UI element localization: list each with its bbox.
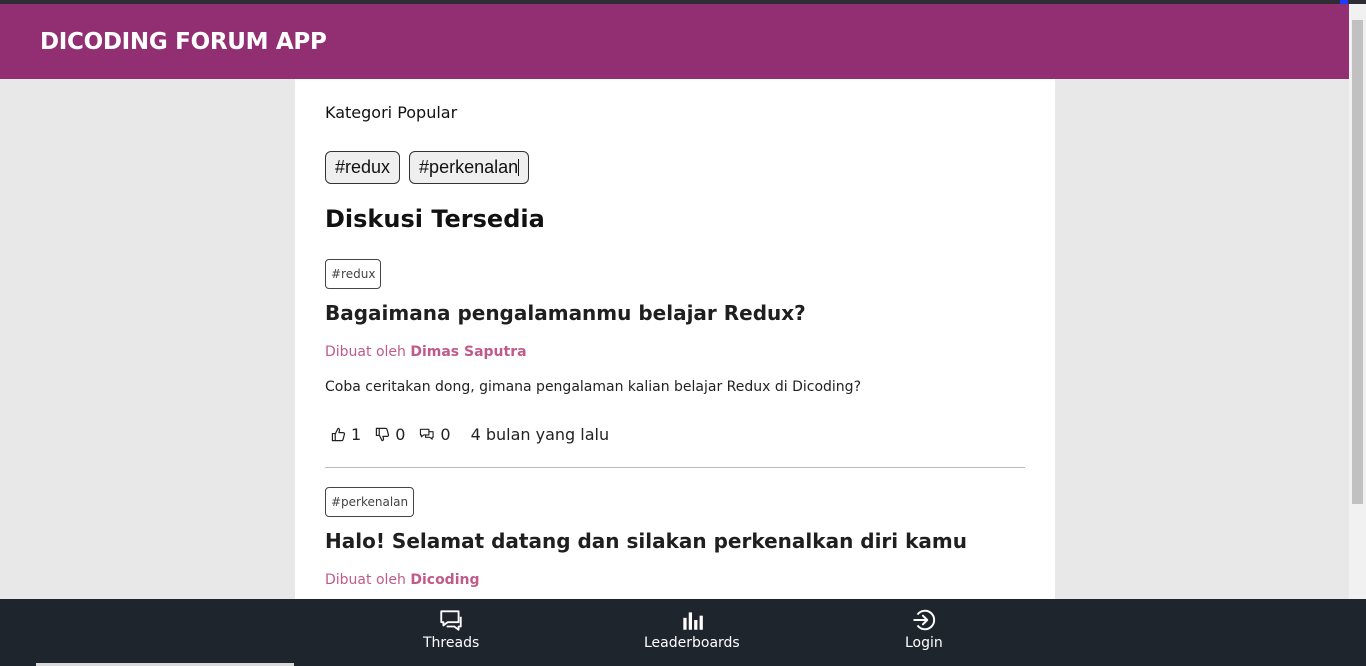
- thread-time-ago: 4 bulan yang lalu: [470, 425, 610, 444]
- thread-title[interactable]: Bagaimana pengalamanmu belajar Redux?: [325, 301, 806, 325]
- thread-item: #perkenalan Halo! Selamat datang dan sil…: [325, 487, 1025, 599]
- comments-indicator: 0: [419, 425, 451, 444]
- scrollbar-thumb[interactable]: [1352, 20, 1363, 504]
- nav-label-leaderboards: Leaderboards: [644, 635, 740, 651]
- thread-stats: 1 0 0 4 bulan yang lalu: [331, 425, 609, 444]
- text-cursor: [518, 159, 520, 176]
- thread-author-name: Dimas Saputra: [410, 344, 527, 360]
- threads-icon: [440, 610, 462, 631]
- upvote-count: 1: [351, 425, 362, 444]
- popular-categories-heading: Kategori Popular: [325, 103, 458, 122]
- thread-body: Coba ceritakan dong, gimana pengalaman k…: [325, 379, 861, 395]
- thread-divider: [325, 467, 1025, 468]
- downvote-count: 0: [395, 425, 406, 444]
- thread-author-name: Dicoding: [410, 572, 480, 588]
- thread-item: #redux Bagaimana pengalamanmu belajar Re…: [325, 259, 1025, 469]
- comments-icon: [420, 428, 435, 440]
- thumbs-down-icon: [375, 427, 390, 442]
- threads-section-heading: Diskusi Tersedia: [325, 205, 545, 233]
- login-icon: [913, 609, 935, 631]
- thread-title[interactable]: Halo! Selamat datang dan silakan perkena…: [325, 529, 967, 553]
- nav-item-login[interactable]: Login: [905, 607, 943, 651]
- created-by-label: Dibuat oleh: [325, 344, 406, 360]
- thread-author-line: Dibuat oleh Dimas Saputra: [325, 344, 527, 360]
- thread-author-line: Dibuat oleh Dicoding: [325, 572, 480, 588]
- main-content: Kategori Popular #redux #perkenalan Disk…: [295, 79, 1055, 599]
- thread-category-chip: #redux: [325, 259, 382, 289]
- category-button-redux[interactable]: #redux: [325, 151, 401, 184]
- comment-count: 0: [440, 425, 451, 444]
- downvote-button[interactable]: 0: [375, 425, 405, 444]
- upvote-button[interactable]: 1: [331, 425, 361, 444]
- nav-label-login: Login: [905, 635, 943, 651]
- app-title[interactable]: DICODING FORUM APP: [40, 29, 327, 55]
- category-list: #redux #perkenalan: [325, 151, 530, 184]
- created-by-label: Dibuat oleh: [325, 572, 406, 588]
- nav-label-threads: Threads: [423, 635, 480, 651]
- leaderboards-icon: [683, 612, 703, 630]
- bottom-navigation: Threads Leaderboards Login: [0, 599, 1366, 666]
- thread-category-chip: #perkenalan: [325, 487, 415, 517]
- nav-item-leaderboards[interactable]: Leaderboards: [644, 607, 740, 651]
- category-label-perkenalan: #perkenalan: [419, 157, 519, 177]
- page-scrollbar[interactable]: [1349, 4, 1366, 599]
- thumbs-up-icon: [331, 427, 346, 442]
- nav-item-threads[interactable]: Threads: [423, 607, 479, 651]
- category-button-perkenalan[interactable]: #perkenalan: [409, 151, 530, 184]
- app-header: DICODING FORUM APP: [0, 4, 1349, 79]
